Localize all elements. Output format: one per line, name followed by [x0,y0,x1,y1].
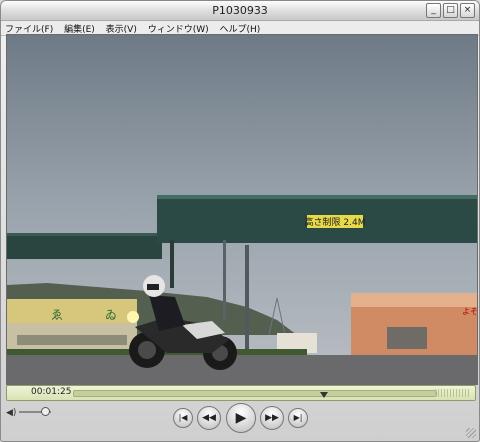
resize-grip[interactable] [466,428,476,438]
menu-file[interactable]: ファイル(F) [1,21,57,35]
rewind-button[interactable]: ◀◀ [197,406,221,430]
right-building-sign: よそ [462,307,477,316]
left-shelter-roof [7,233,162,259]
building-sign-2: ゐ [105,308,117,322]
title-bar[interactable]: P1030933 _ □ × [1,1,479,21]
timeline-grip [435,389,471,397]
light-pole [223,240,226,320]
window-title: P1030933 [212,4,268,17]
seek-track[interactable] [73,390,437,398]
canopy-edge [157,195,477,199]
go-to-start-button[interactable]: |◀ [173,408,193,428]
right-building-top [351,293,477,307]
menu-edit[interactable]: 編集(E) [60,21,99,35]
canopy-post [170,240,174,288]
volume-icon[interactable]: ◀) [6,408,16,418]
road [7,355,477,384]
fast-forward-button[interactable]: ▶▶ [260,406,284,430]
left-roof-edge [7,233,162,236]
player-window: P1030933 _ □ × ファイル(F) 編集(E) 表示(V) ウィンドウ… [0,0,480,442]
go-to-end-button[interactable]: ▶| [288,408,308,428]
shop-window [387,327,427,349]
video-frame[interactable]: 高さ制限 2.4M ゑ ゐ よそ [6,34,478,385]
timeline-bar: 00:01:25 [6,385,476,401]
menu-help[interactable]: ヘルプ(H) [216,21,265,35]
utility-pole [245,245,249,355]
window-controls: _ □ × [426,3,475,18]
current-time: 00:01:25 [31,387,72,397]
building-sign-1: ゑ [51,308,63,322]
close-button[interactable]: × [460,3,475,18]
building-windows [17,335,127,345]
playhead[interactable] [319,392,328,398]
volume-knob[interactable] [41,407,51,416]
height-limit-sign-text: 高さ制限 2.4M [305,216,366,228]
video-scene: 高さ制限 2.4M ゑ ゐ よそ [7,35,477,384]
transport-controls: ◀) |◀ ◀◀ ▶ ▶▶ ▶| [1,401,479,441]
menu-window[interactable]: ウィンドウ(W) [144,21,213,35]
maximize-button[interactable]: □ [443,3,458,18]
menu-view[interactable]: 表示(V) [102,21,141,35]
minimize-button[interactable]: _ [426,3,441,18]
play-button[interactable]: ▶ [226,403,256,433]
